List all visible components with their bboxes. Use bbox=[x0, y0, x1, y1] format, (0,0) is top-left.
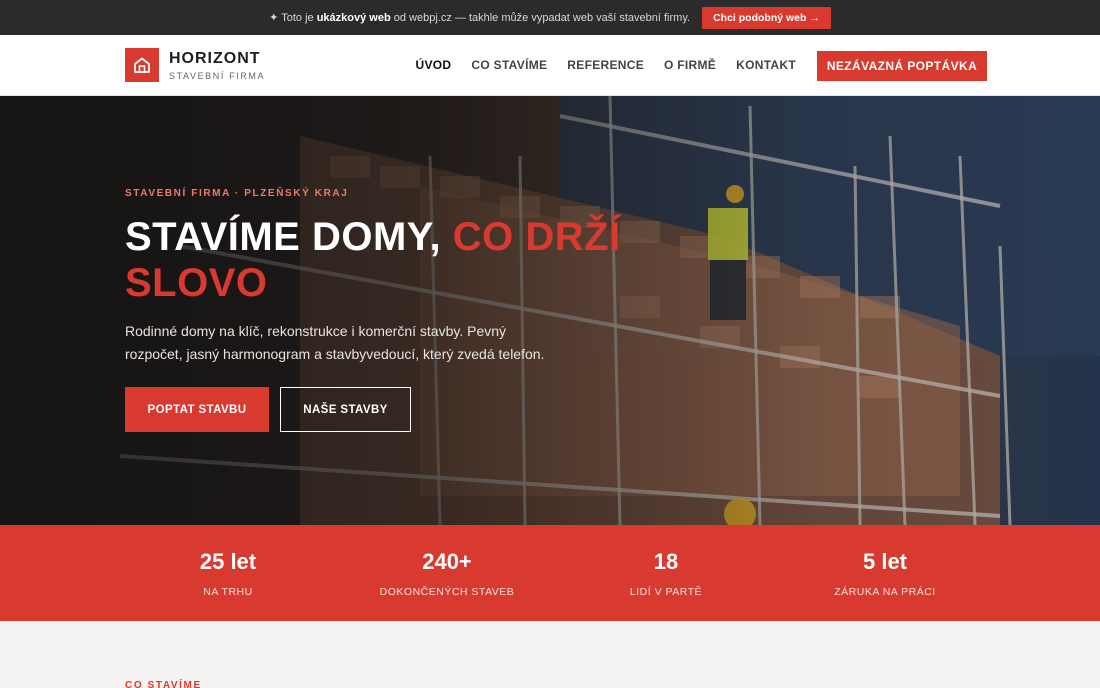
inquiry-button[interactable]: NEZÁVAZNÁ POPTÁVKA bbox=[817, 51, 987, 81]
nav-item-uvod[interactable]: ÚVOD bbox=[416, 58, 452, 72]
stat-item: 5 let ZÁRUKA NA PRÁCI bbox=[785, 525, 985, 621]
hero-title-main: STAVÍME DOMY, bbox=[125, 215, 442, 259]
our-buildings-button[interactable]: NAŠE STAVBY bbox=[280, 387, 411, 432]
brand-tagline: STAVEBNÍ FIRMA bbox=[169, 70, 266, 81]
announcement-text: ✦ Toto je ukázkový web od webpj.cz — tak… bbox=[269, 11, 690, 24]
nav-item-o-firme[interactable]: O FIRMĚ bbox=[664, 58, 716, 72]
hero-title: STAVÍME DOMY, CO DRŽÍ SLOVO bbox=[125, 214, 645, 306]
want-similar-web-button[interactable]: Chci podobný web → bbox=[702, 6, 831, 29]
hero-lead: Rodinné domy na klíč, rekonstrukce i kom… bbox=[125, 323, 545, 362]
stat-label: DOKONČENÝCH STAVEB bbox=[379, 586, 515, 598]
brand-name: HORIZONT bbox=[169, 49, 261, 67]
stat-item: 18 LIDÍ V PARTĚ bbox=[566, 525, 766, 621]
hero-eyebrow: STAVEBNÍ FIRMA · PLZEŇSKÝ KRAJ bbox=[125, 188, 349, 199]
stats-strip: 25 let NA TRHU 240+ DOKONČENÝCH STAVEB 1… bbox=[0, 525, 1100, 621]
hero-overlay bbox=[0, 96, 1100, 525]
stat-value: 25 let bbox=[199, 549, 257, 574]
nav-item-kontakt[interactable]: KONTAKT bbox=[736, 58, 796, 72]
stat-label: NA TRHU bbox=[203, 586, 253, 598]
main-navigation: HORIZONT STAVEBNÍ FIRMA ÚVOD CO STAVÍME … bbox=[0, 35, 1100, 96]
announcement-bar: ✦ Toto je ukázkový web od webpj.cz — tak… bbox=[0, 0, 1100, 35]
stat-label: ZÁRUKA NA PRÁCI bbox=[834, 586, 936, 598]
stat-label: LIDÍ V PARTĚ bbox=[629, 586, 703, 598]
stat-value: 240+ bbox=[422, 549, 472, 574]
brand-logo[interactable]: HORIZONT STAVEBNÍ FIRMA bbox=[125, 48, 265, 82]
announcement-prefix: ✦ Toto je bbox=[269, 12, 314, 24]
hero-section: STAVEBNÍ FIRMA · PLZEŇSKÝ KRAJ STAVÍME D… bbox=[0, 96, 1100, 525]
section-label-co-stavime: CO STAVÍME bbox=[125, 680, 202, 688]
stat-value: 18 bbox=[653, 549, 679, 574]
stat-item: 240+ DOKONČENÝCH STAVEB bbox=[347, 525, 547, 621]
nav-item-co-stavime[interactable]: CO STAVÍME bbox=[471, 58, 547, 72]
request-build-button[interactable]: POPTAT STAVBU bbox=[125, 387, 269, 432]
announcement-bold: ukázkový web bbox=[316, 12, 391, 24]
nav-item-reference[interactable]: REFERENCE bbox=[567, 58, 644, 72]
nav-menu: ÚVOD CO STAVÍME REFERENCE O FIRMĚ KONTAK… bbox=[416, 35, 796, 95]
stat-item: 25 let NA TRHU bbox=[128, 525, 328, 621]
house-icon bbox=[125, 48, 159, 82]
announcement-suffix: od webpj.cz — takhle může vypadat web va… bbox=[393, 12, 691, 24]
stat-value: 5 let bbox=[862, 549, 908, 574]
